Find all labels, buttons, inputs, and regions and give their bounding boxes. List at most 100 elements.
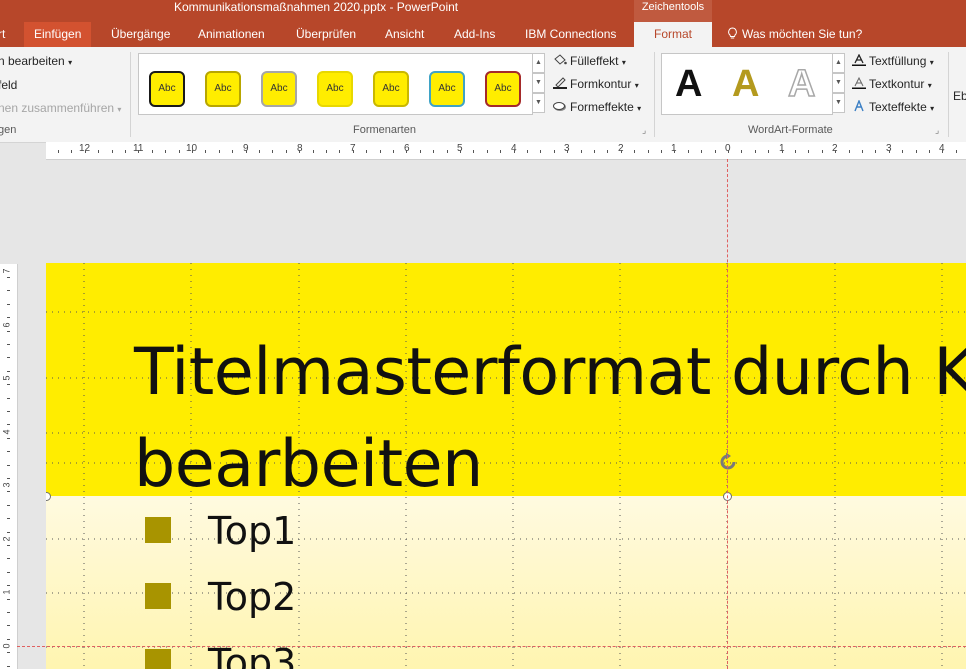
tab-ibm-connections[interactable]: IBM Connections [525, 22, 616, 47]
dialog-launcher-icon: ⌟ [935, 125, 940, 135]
group-separator [948, 52, 949, 137]
shape-style-swatch[interactable]: Abc [149, 71, 185, 107]
ruler-tick [205, 150, 206, 153]
insert-shapes-group-label: gen [0, 124, 17, 136]
ruler-tick [755, 150, 756, 153]
tell-me-search[interactable]: Was möchten Sie tun? [727, 22, 862, 47]
ruler-tick [849, 150, 850, 153]
bullet-item[interactable]: Top1 [208, 509, 296, 553]
ribbon-tab-bar: rt Einfügen Übergänge Animationen Überpr… [0, 22, 966, 47]
bullet-item[interactable]: Top2 [208, 575, 296, 619]
shape-style-swatch[interactable]: Abc [485, 71, 521, 107]
dropdown-arrow-icon: ▾ [621, 58, 626, 67]
ruler-tick [581, 150, 582, 153]
ruler-tick [71, 150, 72, 153]
wordart-style-gold[interactable]: A [732, 62, 759, 106]
ruler-tick [7, 639, 10, 640]
shape-effects-button[interactable]: Formeffekte ▾ [553, 98, 641, 116]
gallery-scroll-down-button[interactable]: ▼ [532, 73, 545, 93]
ruler-tick [299, 150, 300, 153]
dropdown-arrow-icon: ▾ [637, 104, 642, 113]
title-placeholder[interactable]: Titelmasterformat durch Klicken bearbeit… [134, 327, 966, 511]
tab-insert[interactable]: Einfügen [24, 22, 92, 47]
ruler-tick [7, 572, 10, 573]
ruler-tick [648, 150, 649, 153]
ruler-tick [7, 290, 10, 291]
ruler-tick [487, 150, 488, 153]
text-effects-label: Texteffekte [869, 100, 927, 114]
swatch-label: Abc [214, 83, 232, 94]
merge-shapes-button[interactable]: nen zusammenführen ▾ [0, 101, 121, 115]
ruler-tick [7, 331, 10, 332]
ruler-tick [715, 150, 716, 153]
ruler-tick [7, 411, 10, 412]
tab-format[interactable]: Format [634, 22, 712, 47]
ruler-label: 7 [1, 268, 12, 274]
shape-fill-label: Fülleffekt [570, 54, 619, 68]
wordart-style-black[interactable]: A [675, 62, 702, 106]
gallery-more-button[interactable]: ▼ [532, 93, 545, 113]
ruler-tick [554, 150, 555, 153]
vertical-ruler: 7 6 5 4 3 2 1 0 [0, 264, 18, 669]
group-separator [130, 52, 131, 137]
shape-style-swatch[interactable]: Abc [429, 71, 465, 107]
ruler-tick [85, 150, 86, 153]
ruler-tick [607, 150, 608, 153]
ruler-tick [420, 150, 421, 153]
tab-view[interactable]: Ansicht [385, 22, 424, 47]
shape-outline-label: Formkontur [570, 77, 632, 91]
ruler-tick [7, 451, 10, 452]
tab-add-ins[interactable]: Add-Ins [454, 22, 495, 47]
ruler-label: 2 [1, 536, 12, 542]
wordart-dialog-launcher[interactable]: ⌟ [935, 121, 939, 139]
rotate-handle-icon[interactable] [717, 451, 739, 473]
shape-style-swatch[interactable]: Abc [205, 71, 241, 107]
ruler-tick [540, 150, 541, 153]
ruler-tick [152, 150, 153, 153]
wordart-scroll-up-button[interactable]: ▲ [832, 53, 845, 73]
ruler-tick [339, 150, 340, 153]
edit-shape-button[interactable]: n bearbeiten ▾ [0, 54, 72, 68]
text-fill-button[interactable]: Textfüllung ▾ [852, 52, 934, 70]
tab-animations[interactable]: Animationen [198, 22, 265, 47]
wordart-style-outline[interactable]: A [787, 62, 816, 106]
swatch-label: Abc [494, 83, 512, 94]
shape-style-swatch[interactable]: Abc [261, 71, 297, 107]
shape-effects-label: Formeffekte [570, 100, 634, 114]
ruler-tick [942, 150, 943, 153]
shape-style-swatch[interactable]: Abc [317, 71, 353, 107]
shape-style-swatch[interactable]: Abc [373, 71, 409, 107]
tab-start[interactable]: rt [0, 22, 5, 47]
ruler-tick [782, 150, 783, 153]
ruler-tick [219, 150, 220, 153]
ruler-tick [822, 150, 823, 153]
wordart-more-button[interactable]: ▼ [832, 93, 845, 113]
slide-canvas[interactable]: Titelmasterformat durch Klicken bearbeit… [46, 263, 966, 669]
ruler-tick [7, 612, 10, 613]
gallery-scroll-up-button[interactable]: ▲ [532, 53, 545, 73]
ruler-tick [875, 150, 876, 153]
dropdown-arrow-icon: ▾ [930, 104, 935, 113]
shape-styles-dialog-launcher[interactable]: ⌟ [642, 121, 646, 139]
ruler-tick [768, 150, 769, 153]
ruler-tick [380, 150, 381, 153]
textbox-button[interactable]: feld [0, 78, 17, 92]
ruler-tick [259, 150, 260, 153]
shape-fill-button[interactable]: Fülleffekt ▾ [553, 52, 626, 70]
tab-review[interactable]: Überprüfen [296, 22, 356, 47]
swatch-label: Abc [270, 83, 288, 94]
text-outline-button[interactable]: Textkontur ▾ [852, 75, 932, 93]
tab-transitions[interactable]: Übergänge [111, 22, 170, 47]
ruler-tick [393, 150, 394, 153]
title-bar: Kommunikationsmaßnahmen 2020.pptx - Powe… [0, 0, 966, 22]
arrange-group-truncated[interactable]: Eb [953, 89, 966, 103]
text-effects-icon [854, 100, 864, 112]
shape-outline-button[interactable]: Formkontur ▾ [553, 75, 639, 93]
ruler-tick [326, 150, 327, 153]
smart-guide-horizontal [17, 646, 966, 647]
ruler-tick [835, 150, 836, 153]
wordart-scroll-down-button[interactable]: ▼ [832, 73, 845, 93]
ruler-tick [594, 150, 595, 153]
dropdown-arrow-icon: ▾ [117, 105, 122, 114]
text-effects-button[interactable]: Texteffekte ▾ [852, 98, 934, 116]
